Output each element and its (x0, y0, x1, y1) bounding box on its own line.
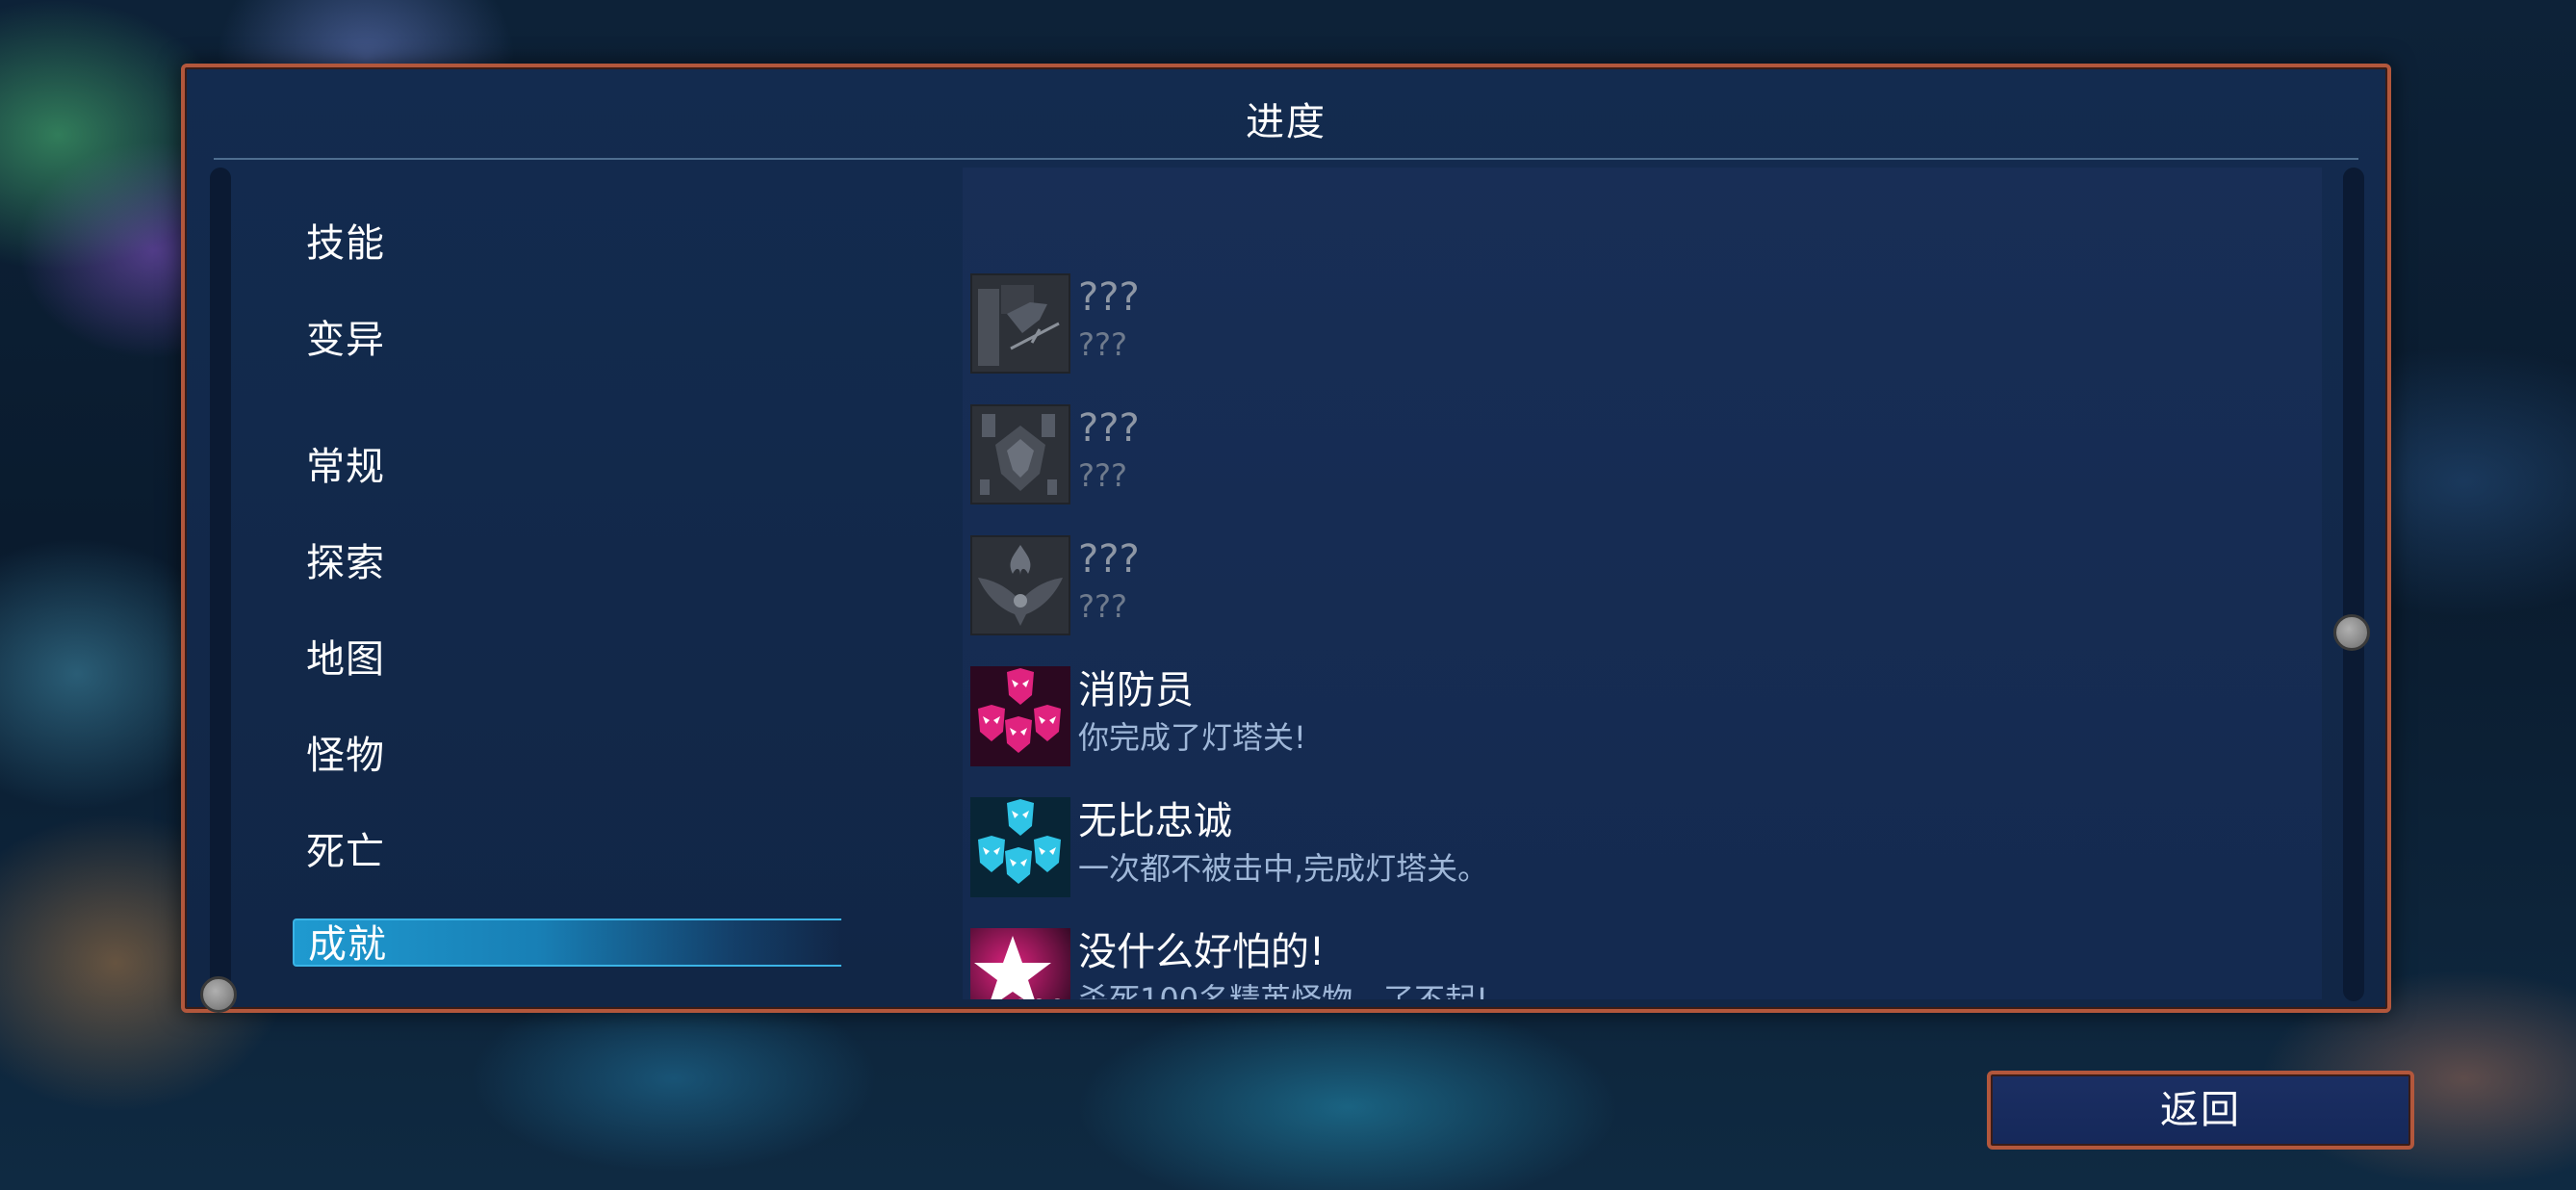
title-divider (214, 158, 2358, 160)
category-deaths[interactable]: 死亡 (306, 828, 385, 876)
achievement-description: ??? (1078, 588, 1127, 625)
category-monsters[interactable]: 怪物 (306, 732, 385, 780)
achievement-title: ??? (1078, 275, 1140, 320)
achievement-scroll-knob[interactable] (2333, 614, 2370, 651)
achievement-description: 一次都不被击中,完成灯塔关。 (1078, 850, 1489, 887)
category-achievements[interactable]: 成就 (293, 918, 841, 967)
back-button[interactable]: 返回 (1987, 1071, 2414, 1150)
achievement-item[interactable]: ??? ??? (963, 266, 2310, 374)
achievement-item[interactable]: ??? ??? (963, 397, 2310, 504)
achievement-item[interactable]: 100 没什么好怕的! 杀死100名精英怪物。了不起! (963, 920, 2310, 999)
achievement-title: 没什么好怕的! (1078, 930, 1326, 974)
achievement-title: ??? (1078, 537, 1140, 582)
achievement-description: ??? (1078, 457, 1127, 494)
category-skills[interactable]: 技能 (306, 220, 385, 268)
category-mutations[interactable]: 变异 (306, 316, 385, 364)
category-general[interactable]: 常规 (306, 443, 385, 491)
locked-flame-crest-icon (970, 535, 1070, 635)
category-scroll-knob[interactable] (200, 976, 237, 1013)
achievement-list: ??? ??? ??? ??? ??? ??? 消防员 你完成了灯塔关! 无比忠… (963, 168, 2322, 999)
achievement-title: 无比忠诚 (1078, 799, 1232, 843)
category-scrollbar[interactable] (210, 168, 231, 1001)
panel-title: 进度 (1246, 100, 1327, 144)
achievement-description: 你完成了灯塔关! (1078, 719, 1306, 756)
cyan-masks-icon (970, 797, 1070, 897)
locked-sword-icon (970, 273, 1070, 374)
achievement-item[interactable]: 无比忠诚 一次都不被击中,完成灯塔关。 (963, 789, 2310, 897)
pink-masks-icon (970, 666, 1070, 766)
achievement-item[interactable]: ??? ??? (963, 528, 2310, 635)
achievement-title: ??? (1078, 406, 1140, 451)
progress-panel: 进度 技能 变异 常规 探索 地图 怪物 死亡 成就 ??? ??? ??? ?… (181, 64, 2391, 1013)
achievement-count-badge: 100 (1012, 996, 1067, 1000)
category-map[interactable]: 地图 (306, 635, 385, 684)
achievement-item[interactable]: 消防员 你完成了灯塔关! (963, 659, 2310, 766)
achievement-description: ??? (1078, 326, 1127, 363)
category-exploration[interactable]: 探索 (306, 539, 385, 587)
achievement-title: 消防员 (1078, 668, 1194, 712)
achievement-scrollbar[interactable] (2343, 168, 2364, 1001)
locked-cards-icon (970, 404, 1070, 504)
achievement-description: 杀死100名精英怪物。了不起! (1078, 981, 1488, 999)
pink-star-icon: 100 (970, 928, 1070, 999)
